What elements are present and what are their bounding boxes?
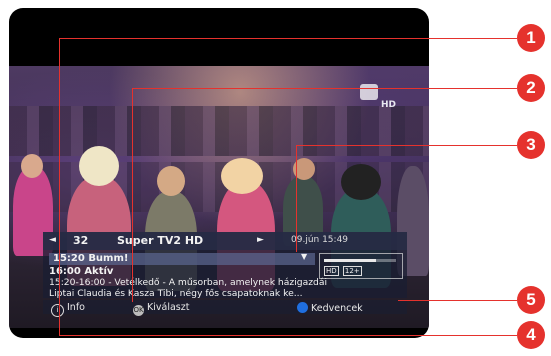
description-line: 15:20-16:00 - Vetélkedő - A műsorban, am… — [49, 277, 328, 288]
info-icon: i — [51, 304, 64, 317]
callout-badge-5: 5 — [517, 286, 545, 314]
person-head — [221, 158, 263, 194]
callout-line-3 — [296, 145, 517, 146]
callout-line-1 — [59, 38, 60, 302]
channel-line: ◄ 32 Super TV2 HD ► 09.jún 15:49 — [43, 232, 407, 250]
channel-logo-mark — [360, 84, 378, 100]
callout-line-1 — [59, 38, 517, 39]
date-time: 09.jún 15:49 — [291, 235, 349, 245]
prev-channel-arrow-icon[interactable]: ◄ — [49, 235, 56, 245]
channel-name: Super TV2 HD — [117, 234, 204, 247]
progress-fill — [324, 259, 376, 262]
person-head — [341, 164, 381, 200]
callout-line-5 — [398, 300, 517, 301]
age-rating-tag: 12+ — [342, 266, 362, 276]
ok-icon: OK — [133, 305, 144, 316]
progress-track — [324, 259, 396, 262]
favorites-key-label: Kedvencek — [311, 303, 363, 314]
hd-tag: HD — [324, 266, 339, 276]
program-tags: HD 12+ — [324, 266, 364, 276]
key-legend: i Info OK Kiválaszt Kedvencek — [43, 300, 407, 317]
person-head — [157, 166, 185, 196]
callout-line-2 — [132, 88, 133, 302]
callout-line-4 — [59, 302, 60, 335]
channel-number: 32 — [73, 234, 89, 247]
callout-badge-2: 2 — [517, 74, 545, 102]
blue-button-icon — [297, 302, 308, 313]
current-program[interactable]: 15:20 Bumm! — [49, 253, 315, 265]
callout-line-4 — [59, 335, 517, 336]
callout-badge-4: 4 — [517, 321, 545, 349]
ok-key-label: Kiválaszt — [147, 302, 190, 313]
person-head — [79, 146, 119, 186]
favorites-key[interactable]: Kedvencek — [297, 302, 363, 314]
info-key-label: Info — [67, 302, 85, 313]
next-channel-arrow-icon[interactable]: ► — [257, 235, 264, 245]
callout-line-3 — [296, 145, 297, 252]
channel-logo-hd: HD — [380, 100, 396, 110]
program-description: 15:20-16:00 - Vetélkedő - A műsorban, am… — [49, 277, 379, 299]
callout-line-2 — [132, 88, 517, 89]
callout-badge-1: 1 — [517, 24, 545, 52]
ok-key[interactable]: OK Kiválaszt — [133, 302, 189, 316]
scroll-down-arrow-icon[interactable]: ▼ — [301, 252, 307, 261]
tv-screen: HD ◄ 32 Super TV2 HD ► 09.jún 15:49 15:2… — [9, 8, 429, 338]
description-line: Liptai Claudia és Kasza Tibi, négy fős c… — [49, 287, 303, 299]
person-head — [21, 154, 43, 178]
info-bar: ◄ 32 Super TV2 HD ► 09.jún 15:49 15:20 B… — [43, 232, 407, 298]
program-progress: HD 12+ — [319, 253, 403, 279]
callout-badge-3: 3 — [517, 131, 545, 159]
audience-background — [9, 106, 429, 156]
info-key[interactable]: i Info — [51, 302, 85, 317]
